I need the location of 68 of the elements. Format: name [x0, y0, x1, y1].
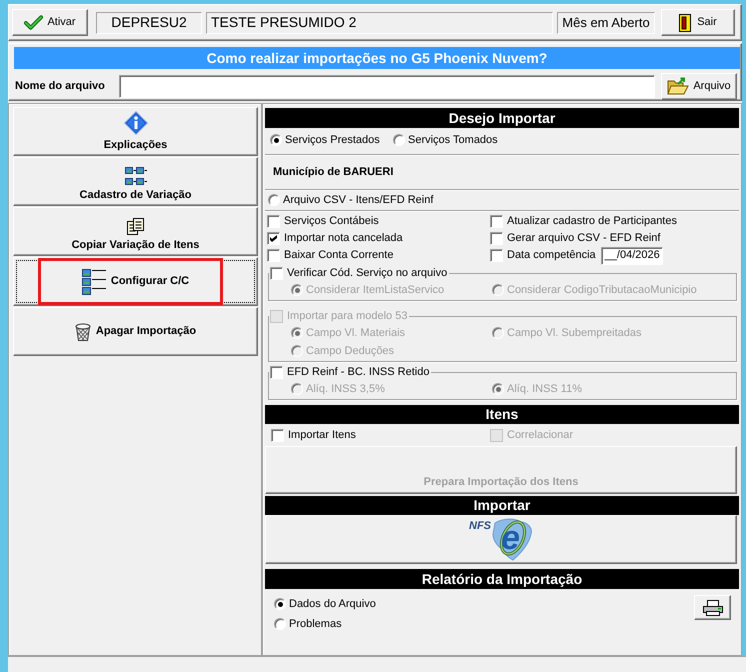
option-label: Alíq. INSS 3,5%: [306, 382, 385, 396]
option-label: Correlacionar: [507, 428, 574, 442]
checkbox[interactable]: [490, 215, 503, 228]
checkbox[interactable]: [267, 232, 280, 245]
option-label: Importar para modelo 53: [287, 310, 408, 322]
checkbox[interactable]: [267, 215, 280, 228]
checkbox[interactable]: [490, 249, 503, 262]
option-label: Baixar Conta Corrente: [284, 249, 394, 262]
option-label: Serviços Contábeis: [284, 215, 379, 228]
info-icon: [124, 111, 148, 135]
option-label: EFD Reinf - BC. INSS Retido: [287, 366, 430, 378]
documents-icon: [127, 218, 144, 235]
section-header: Desejo Importar: [265, 108, 739, 128]
radio-button[interactable]: [270, 134, 282, 146]
sidebar-button[interactable]: Copiar Variação de Itens: [13, 207, 258, 256]
printer-icon: [702, 600, 722, 616]
checkbox[interactable]: [267, 249, 280, 262]
checkbox[interactable]: [490, 232, 503, 245]
checkbox[interactable]: [270, 266, 283, 280]
sidebar-button[interactable]: Configurar C/C: [13, 257, 258, 306]
option-label: Verificar Cód. Serviço no arquivo: [287, 266, 448, 280]
section-header: Relatório da Importação: [265, 569, 739, 589]
print-button[interactable]: [694, 595, 731, 620]
date-field[interactable]: __/04/2026: [600, 246, 663, 264]
checkmark-icon: [270, 235, 277, 242]
radio-button[interactable]: [268, 194, 280, 206]
radio-button[interactable]: [393, 134, 405, 146]
option-label: Alíq. INSS 11%: [507, 382, 582, 396]
option-label: Considerar CodigoTributacaoMunicipio: [507, 284, 697, 296]
folder-icon: [667, 77, 690, 95]
option-label: Campo Vl. Materiais: [306, 326, 406, 340]
option-label: Importar Itens: [288, 428, 356, 442]
door-icon: [679, 14, 692, 32]
section-header: Itens: [265, 405, 739, 424]
trash-icon: [74, 322, 91, 340]
field-label: Nome do arquivo: [15, 78, 106, 94]
checkbox[interactable]: [271, 428, 284, 442]
period-status-field: Mês em Aberto: [557, 12, 655, 34]
option-label: Arquivo CSV - Itens/EFD Reinf: [283, 194, 434, 206]
sidebar-button[interactable]: Cadastro de Variação: [13, 157, 258, 206]
option-label: Data competência: [507, 249, 596, 262]
browse-button[interactable]: Arquivo: [661, 72, 737, 100]
checkbox[interactable]: [270, 366, 283, 378]
option-label: Considerar ItemListaServico: [306, 284, 444, 296]
option-label: Problemas: [289, 618, 342, 630]
option-label: Atualizar cadastro de Participantes: [507, 215, 677, 228]
sidebar-button[interactable]: Apagar Importação: [13, 307, 258, 356]
activate-button[interactable]: Ativar: [12, 9, 88, 36]
file-name-field[interactable]: [119, 74, 655, 98]
option-label: Importar nota cancelada: [284, 232, 403, 245]
option-label: Campo Deduções: [306, 344, 394, 358]
list-icon: [82, 268, 106, 294]
option-label: Dados do Arquivo: [289, 598, 376, 610]
radio-button[interactable]: [274, 598, 286, 610]
municipality-label: Município de BARUERI: [273, 165, 394, 180]
radio-button[interactable]: [274, 618, 286, 630]
help-banner: Como realizar importações no G5 Phoenix Nuvem?: [14, 47, 740, 69]
option-label: Gerar arquivo CSV - EFD Reinf: [507, 232, 660, 245]
company-name-field: TESTE PRESUMIDO 2: [206, 12, 553, 34]
checkmark-icon: [24, 14, 44, 31]
section-header: Importar: [265, 496, 739, 515]
option-label: Campo Vl. Subempreitadas: [507, 326, 642, 340]
grid-tiles-icon: [124, 167, 146, 185]
option-label: Serviços Tomados: [408, 134, 498, 146]
option-label: Serviços Prestados: [285, 134, 380, 146]
company-code-field: DEPRESU2: [96, 12, 202, 34]
exit-button[interactable]: Sair: [661, 9, 735, 36]
sidebar-button[interactable]: Explicações: [13, 107, 258, 156]
